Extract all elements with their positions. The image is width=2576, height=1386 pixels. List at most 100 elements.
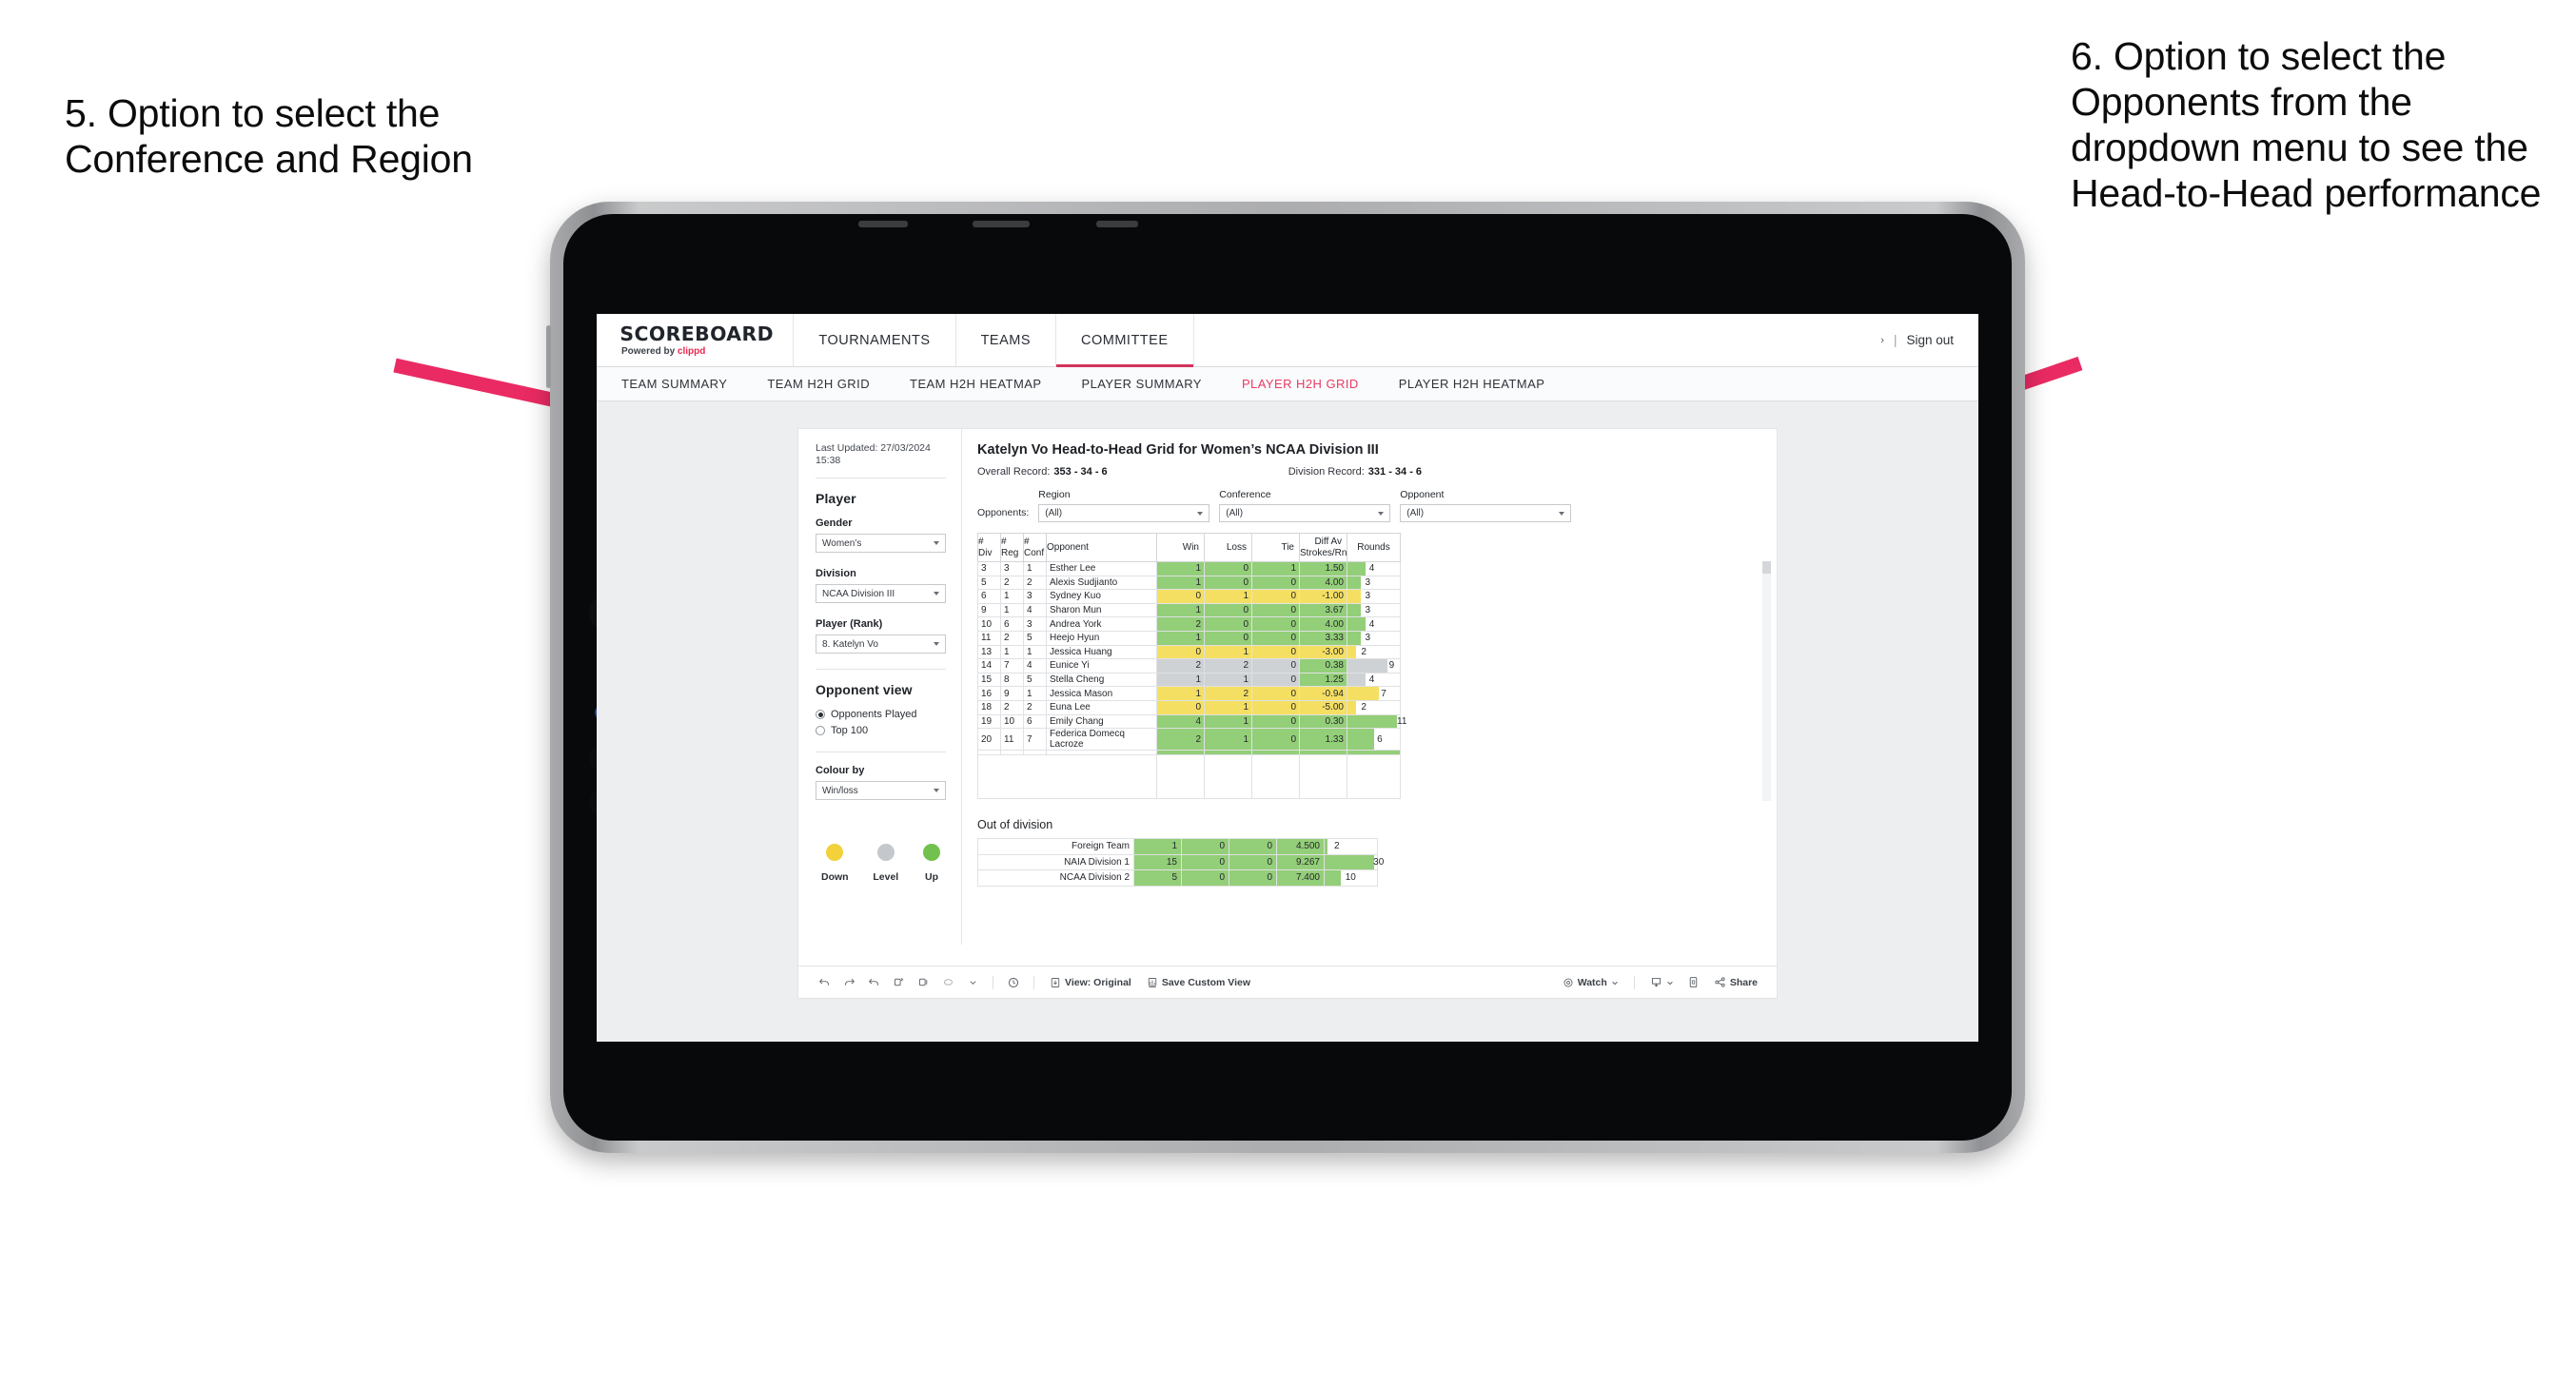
table-row[interactable]: NCAA Division 2 5 0 0 7.400 10	[977, 869, 1378, 887]
table-row[interactable]: 14 7 4 Eunice Yi 2 2 0 0.38 9	[977, 658, 1401, 673]
cell-diff: 0.38	[1299, 658, 1347, 673]
cell-conf: 4	[1023, 602, 1047, 618]
save-custom-view-button[interactable]: Save Custom View	[1139, 977, 1258, 988]
cell-tie: 0	[1251, 630, 1300, 646]
viz-container: Last Updated: 27/03/2024 15:38 Player Ge…	[597, 401, 1978, 999]
cell-reg: 2	[1000, 699, 1024, 715]
table-row[interactable]: 19 10 6 Emily Chang 4 1 0 0.30 11	[977, 713, 1406, 730]
nav-tournaments[interactable]: TOURNAMENTS	[794, 314, 956, 366]
chevron-down-icon[interactable]	[960, 978, 985, 986]
subnav-team-h2h-heatmap[interactable]: TEAM H2H HEATMAP	[910, 377, 1041, 391]
column-header[interactable]: Opponent	[1046, 533, 1157, 562]
table-row[interactable]: NAIA Division 1 15 0 0 9.267 30	[977, 853, 1384, 871]
colour-by-select[interactable]: Win/loss	[816, 781, 946, 801]
device-speaker-grill	[858, 221, 908, 227]
cell-loss: 0	[1204, 561, 1252, 576]
conference-select[interactable]: (All)	[1219, 504, 1391, 522]
redo-icon[interactable]	[836, 976, 861, 988]
logo-wordmark: SCOREBOARD	[619, 322, 774, 345]
pause-icon[interactable]	[911, 976, 935, 988]
division-select[interactable]: NCAA Division III	[816, 584, 946, 604]
cell-rounds: 4	[1347, 616, 1401, 632]
player-rank-select[interactable]: 8. Katelyn Vo	[816, 634, 946, 654]
save-custom-view-label: Save Custom View	[1161, 976, 1251, 988]
download-button[interactable]	[1642, 976, 1681, 988]
cell-reg: 10	[1000, 713, 1024, 730]
fullscreen-icon[interactable]	[1681, 976, 1706, 988]
column-header[interactable]: # Reg	[1000, 533, 1024, 562]
subnav-team-summary[interactable]: TEAM SUMMARY	[621, 377, 727, 391]
grid-scrollbar[interactable]	[1762, 561, 1771, 801]
table-row[interactable]: 11 2 5 Heejo Hyun 1 0 0 3.33 3	[977, 630, 1401, 646]
table-row[interactable]: 3 3 1 Esther Lee 1 0 1 1.50 4	[977, 561, 1401, 576]
gender-select[interactable]: Women’s	[816, 534, 946, 554]
column-header[interactable]: Win	[1156, 533, 1205, 562]
revert-icon[interactable]	[861, 976, 886, 988]
refresh-icon[interactable]	[886, 976, 911, 988]
view-original-button[interactable]: View: Original	[1042, 977, 1139, 988]
column-header[interactable]: Tie	[1251, 533, 1300, 562]
cell-loss: 1	[1204, 644, 1252, 660]
radio-opponents-played[interactable]: Opponents Played	[816, 709, 946, 720]
sign-out-link[interactable]: Sign out	[1906, 333, 1954, 347]
table-row[interactable]: 9 1 4 Sharon Mun 1 0 0 3.67 3	[977, 602, 1401, 618]
cell-loss: 1	[1204, 589, 1252, 604]
table-row[interactable]: 15 8 5 Stella Cheng 1 1 0 1.25 4	[977, 672, 1401, 688]
share-button[interactable]: Share	[1706, 976, 1765, 988]
player-rank-value: 8. Katelyn Vo	[822, 638, 878, 650]
rounds-value: 11	[1397, 715, 1407, 727]
cell-win: 0	[1156, 644, 1205, 660]
cell-empty	[1204, 754, 1252, 800]
nav-committee[interactable]: COMMITTEE	[1056, 314, 1194, 367]
rounds-bar	[1347, 714, 1397, 729]
subnav-team-h2h-grid[interactable]: TEAM H2H GRID	[767, 377, 870, 391]
column-header[interactable]: Diff Av Strokes/Rnd	[1299, 533, 1352, 562]
region-select[interactable]: (All)	[1038, 504, 1210, 522]
subnav-player-h2h-grid[interactable]: PLAYER H2H GRID	[1242, 377, 1359, 391]
device-side-button[interactable]	[546, 325, 551, 388]
chevron-right-icon[interactable]: ›	[1880, 335, 1884, 346]
opponent-select[interactable]: (All)	[1400, 504, 1572, 522]
undo-icon[interactable]	[812, 976, 836, 988]
cell-opponent: Heejo Hyun	[1046, 630, 1157, 646]
cell-loss: 1	[1204, 728, 1252, 752]
opponent-filters: Opponents: Region (All) Conference (All)…	[977, 489, 1760, 522]
shape-icon[interactable]	[935, 976, 960, 988]
table-row[interactable]: 20 11 7 Federica Domecq Lacroze 2 1 0 1.33 6	[977, 728, 1401, 752]
radio-top-100[interactable]: Top 100	[816, 725, 946, 736]
legend-dot-up-icon	[923, 844, 940, 862]
column-header[interactable]: # Conf	[1023, 533, 1047, 562]
cell-tie: 0	[1251, 658, 1300, 673]
column-header[interactable]: Rounds	[1347, 533, 1401, 562]
table-row[interactable]: 16 9 1 Jessica Mason 1 2 0 -0.94 7	[977, 686, 1401, 701]
table-row[interactable]: 5 2 2 Alexis Sudjianto 1 0 0 4.00 3	[977, 575, 1401, 591]
app-header: SCOREBOARD Powered by clippd TOURNAMENTS…	[597, 314, 1978, 367]
table-row[interactable]: 18 2 2 Euna Lee 0 1 0 -5.00 2	[977, 699, 1401, 715]
table-row[interactable]: 10 6 3 Andrea York 2 0 0 4.00 4	[977, 616, 1401, 632]
cell-conf: 2	[1023, 699, 1047, 715]
subnav-player-h2h-heatmap[interactable]: PLAYER H2H HEATMAP	[1399, 377, 1545, 391]
last-updated-text: Last Updated: 27/03/2024 15:38	[816, 442, 931, 467]
subnav-player-summary[interactable]: PLAYER SUMMARY	[1081, 377, 1201, 391]
table-row[interactable]: 13 1 1 Jessica Huang 0 1 0 -3.00 2	[977, 644, 1401, 660]
cell-rounds: 2	[1324, 838, 1378, 855]
cell-rounds: 30	[1324, 853, 1384, 871]
chevron-down-icon	[934, 789, 939, 793]
grid-scrollbar-thumb[interactable]	[1762, 561, 1771, 574]
column-header[interactable]: # Div	[977, 533, 1001, 562]
cell-loss: 1	[1204, 672, 1252, 688]
column-header[interactable]: Loss	[1204, 533, 1252, 562]
division-value: NCAA Division III	[822, 588, 895, 599]
cell-rounds: 11	[1347, 713, 1406, 730]
alerts-icon[interactable]	[1001, 976, 1026, 989]
table-row[interactable]: 6 1 3 Sydney Kuo 0 1 0 -1.00 3	[977, 589, 1401, 604]
cell-reg: 7	[1000, 658, 1024, 673]
app-logo[interactable]: SCOREBOARD Powered by clippd	[597, 314, 795, 366]
table-row[interactable]: Foreign Team 1 0 0 4.500 2	[977, 838, 1378, 855]
cell-diff: 0.30	[1299, 713, 1347, 730]
cell-reg: 1	[1000, 589, 1024, 604]
watch-button[interactable]: Watch	[1555, 977, 1626, 988]
nav-teams[interactable]: TEAMS	[956, 314, 1057, 366]
cell-rounds: 7	[1347, 686, 1401, 701]
rounds-bar	[1347, 617, 1366, 631]
